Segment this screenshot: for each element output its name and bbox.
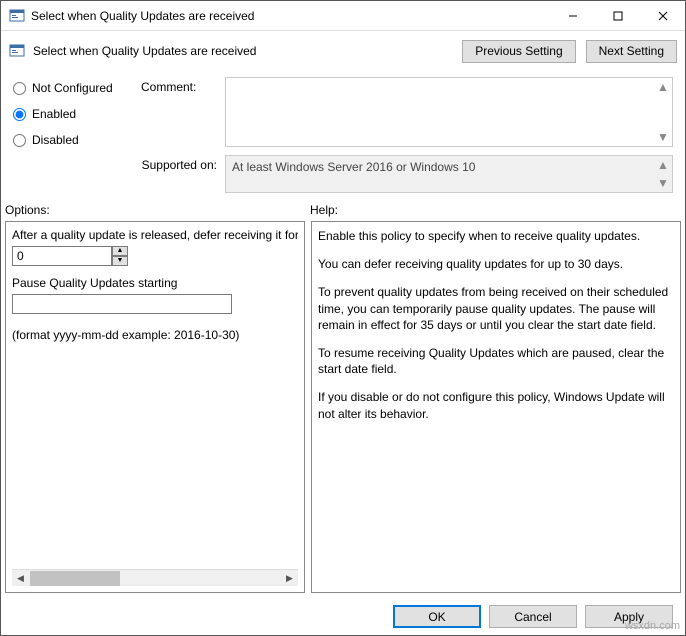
policy-icon: [9, 43, 25, 59]
supported-on-value: At least Windows Server 2016 or Windows …: [232, 160, 475, 174]
dialog-footer: OK Cancel Apply: [1, 597, 685, 635]
watermark: wsxdn.com: [625, 620, 680, 632]
supported-on-label: Supported on:: [141, 155, 217, 193]
help-label: Help:: [310, 203, 338, 217]
stepper-up-icon[interactable]: ▲: [112, 246, 128, 256]
options-horizontal-scrollbar[interactable]: ◀ ▶: [12, 569, 298, 586]
subheader: Select when Quality Updates are received…: [1, 31, 685, 71]
radio-not-configured-label: Not Configured: [32, 81, 113, 95]
close-button[interactable]: [640, 1, 685, 30]
comment-scrollbar[interactable]: ▲▼: [656, 78, 670, 146]
minimize-button[interactable]: [550, 1, 595, 30]
window-title: Select when Quality Updates are received: [31, 9, 550, 23]
help-paragraph: Enable this policy to specify when to re…: [318, 228, 674, 244]
defer-days-label: After a quality update is released, defe…: [12, 228, 298, 242]
next-setting-button[interactable]: Next Setting: [586, 40, 677, 63]
options-label: Options:: [5, 203, 310, 217]
radio-not-configured[interactable]: Not Configured: [13, 81, 133, 95]
ok-button[interactable]: OK: [393, 605, 481, 628]
radio-enabled[interactable]: Enabled: [13, 107, 133, 121]
options-pane: After a quality update is released, defe…: [5, 221, 305, 593]
comment-textarea[interactable]: ▲▼: [225, 77, 673, 147]
titlebar: Select when Quality Updates are received: [1, 1, 685, 31]
pause-date-input[interactable]: [12, 294, 232, 314]
defer-days-stepper[interactable]: ▲▼: [112, 246, 128, 266]
radio-not-configured-input[interactable]: [13, 82, 26, 95]
format-hint: (format yyyy-mm-dd example: 2016-10-30): [12, 328, 298, 342]
supported-scrollbar: ▲▼: [656, 156, 670, 192]
help-paragraph: You can defer receiving quality updates …: [318, 256, 674, 272]
help-paragraph: To prevent quality updates from being re…: [318, 284, 674, 333]
cancel-button[interactable]: Cancel: [489, 605, 577, 628]
help-pane: Enable this policy to specify when to re…: [311, 221, 681, 593]
dialog-window: Select when Quality Updates are received…: [0, 0, 686, 636]
radio-disabled-input[interactable]: [13, 134, 26, 147]
maximize-button[interactable]: [595, 1, 640, 30]
scroll-right-icon[interactable]: ▶: [281, 570, 298, 587]
comment-label: Comment:: [141, 77, 217, 147]
pause-label: Pause Quality Updates starting: [12, 276, 298, 290]
scroll-left-icon[interactable]: ◀: [12, 570, 29, 587]
subheader-title: Select when Quality Updates are received: [33, 44, 256, 58]
radio-disabled[interactable]: Disabled: [13, 133, 133, 147]
app-icon: [9, 8, 25, 24]
scroll-thumb[interactable]: [30, 571, 120, 586]
radio-enabled-input[interactable]: [13, 108, 26, 121]
help-paragraph: To resume receiving Quality Updates whic…: [318, 345, 674, 377]
previous-setting-button[interactable]: Previous Setting: [462, 40, 575, 63]
radio-disabled-label: Disabled: [32, 133, 79, 147]
stepper-down-icon[interactable]: ▼: [112, 256, 128, 266]
supported-on-box: At least Windows Server 2016 or Windows …: [225, 155, 673, 193]
radio-enabled-label: Enabled: [32, 107, 76, 121]
help-paragraph: If you disable or do not configure this …: [318, 389, 674, 421]
defer-days-input[interactable]: 0: [12, 246, 112, 266]
